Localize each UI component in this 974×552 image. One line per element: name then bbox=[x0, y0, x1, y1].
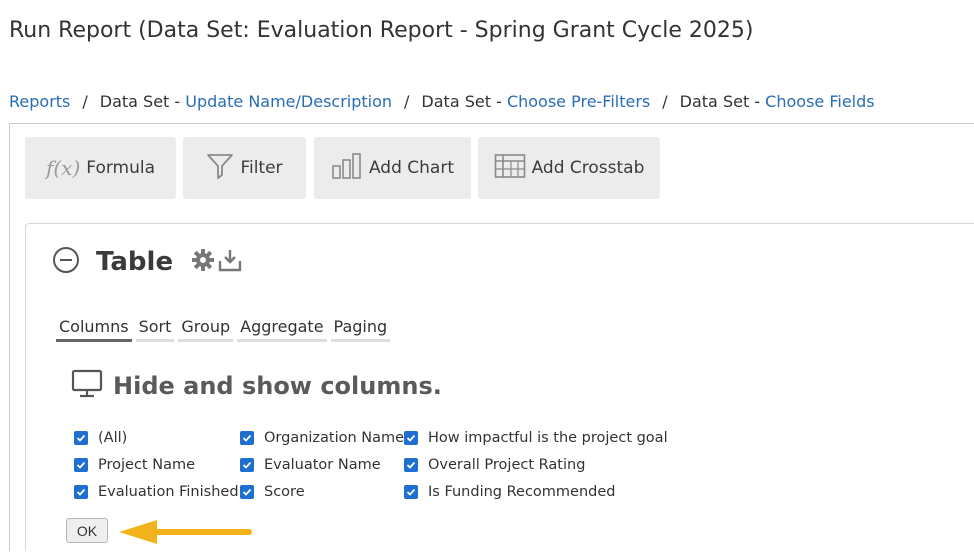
breadcrumb-prefilters-link[interactable]: Choose Pre-Filters bbox=[507, 92, 650, 111]
column-option[interactable]: Score bbox=[240, 478, 404, 505]
tab-columns[interactable]: Columns bbox=[56, 317, 132, 342]
column-checklist-3: How impactful is the project goal Overal… bbox=[404, 424, 668, 505]
breadcrumb-choose-fields-link[interactable]: Choose Fields bbox=[765, 92, 874, 111]
column-option-label: Overall Project Rating bbox=[428, 456, 586, 473]
column-option-label: How impactful is the project goal bbox=[428, 429, 668, 446]
column-option[interactable]: (All) bbox=[74, 424, 239, 451]
tab-aggregate[interactable]: Aggregate bbox=[237, 317, 327, 342]
column-option[interactable]: How impactful is the project goal bbox=[404, 424, 668, 451]
breadcrumb-divider bbox=[9, 123, 974, 124]
filter-label: Filter bbox=[240, 158, 283, 178]
column-option-label: Evaluation Finished bbox=[98, 483, 239, 500]
tab-group[interactable]: Group bbox=[178, 317, 234, 342]
tab-paging[interactable]: Paging bbox=[330, 317, 391, 342]
column-option[interactable]: Evaluation Finished bbox=[74, 478, 239, 505]
column-checklist-1: (All) Project Name Evaluation Finished bbox=[74, 424, 239, 505]
filter-button[interactable]: Filter bbox=[183, 137, 306, 199]
column-option[interactable]: Evaluator Name bbox=[240, 451, 404, 478]
column-option-label: (All) bbox=[98, 429, 128, 446]
table-title: Table bbox=[96, 247, 174, 277]
page-title: Run Report (Data Set: Evaluation Report … bbox=[9, 18, 754, 43]
table-tabs: Columns Sort Group Aggregate Paging bbox=[56, 317, 391, 342]
checkbox-checked[interactable] bbox=[404, 430, 418, 445]
breadcrumb-separator: / bbox=[82, 92, 88, 111]
checkbox-checked[interactable] bbox=[74, 457, 88, 472]
breadcrumb-separator: / bbox=[404, 92, 410, 111]
download-icon[interactable] bbox=[217, 247, 243, 277]
ok-button[interactable]: OK bbox=[66, 518, 108, 543]
collapse-icon[interactable] bbox=[52, 246, 80, 278]
pointer-arrow-icon bbox=[115, 518, 255, 552]
add-crosstab-label: Add Crosstab bbox=[531, 158, 645, 178]
formula-button[interactable]: f(x) Formula bbox=[25, 137, 176, 199]
formula-icon: f(x) bbox=[45, 156, 81, 180]
checkbox-checked[interactable] bbox=[404, 484, 418, 499]
checkbox-checked[interactable] bbox=[240, 430, 254, 445]
gear-icon[interactable] bbox=[191, 248, 215, 276]
add-chart-button[interactable]: Add Chart bbox=[314, 137, 471, 199]
crosstab-icon bbox=[494, 153, 526, 184]
checkbox-checked[interactable] bbox=[74, 430, 88, 445]
column-option[interactable]: Project Name bbox=[74, 451, 239, 478]
column-checklist-2: Organization Name Evaluator Name Score bbox=[240, 424, 404, 505]
section-title: Hide and show columns. bbox=[113, 372, 442, 400]
column-option-label: Project Name bbox=[98, 456, 195, 473]
columns-section-header: Hide and show columns. bbox=[71, 369, 442, 403]
add-crosstab-button[interactable]: Add Crosstab bbox=[478, 137, 660, 199]
breadcrumb-separator: / bbox=[662, 92, 668, 111]
column-option[interactable]: Organization Name bbox=[240, 424, 404, 451]
column-option[interactable]: Is Funding Recommended bbox=[404, 478, 668, 505]
monitor-icon bbox=[71, 369, 103, 403]
breadcrumb-prefix: Data Set - bbox=[679, 92, 766, 111]
breadcrumb-prefix: Data Set - bbox=[421, 92, 507, 111]
formula-label: Formula bbox=[86, 158, 156, 178]
column-option-label: Is Funding Recommended bbox=[428, 483, 616, 500]
table-header: Table bbox=[52, 246, 243, 278]
bar-chart-icon bbox=[331, 152, 363, 185]
checkbox-checked[interactable] bbox=[240, 484, 254, 499]
checkbox-checked[interactable] bbox=[404, 457, 418, 472]
add-chart-label: Add Chart bbox=[368, 158, 455, 178]
breadcrumb-prefix: Data Set - bbox=[99, 92, 186, 111]
checkbox-checked[interactable] bbox=[74, 484, 88, 499]
breadcrumb: Reports / Data Set - Update Name/Descripti… bbox=[9, 92, 875, 111]
checkbox-checked[interactable] bbox=[240, 457, 254, 472]
column-option[interactable]: Overall Project Rating bbox=[404, 451, 668, 478]
filter-icon bbox=[206, 152, 234, 185]
content-left-border bbox=[9, 123, 10, 551]
breadcrumb-update-name-link[interactable]: Update Name/Description bbox=[185, 92, 392, 111]
column-option-label: Score bbox=[264, 483, 305, 500]
tab-sort[interactable]: Sort bbox=[135, 317, 175, 342]
breadcrumb-reports-link[interactable]: Reports bbox=[9, 92, 70, 111]
column-option-label: Organization Name bbox=[264, 429, 405, 446]
column-option-label: Evaluator Name bbox=[264, 456, 381, 473]
